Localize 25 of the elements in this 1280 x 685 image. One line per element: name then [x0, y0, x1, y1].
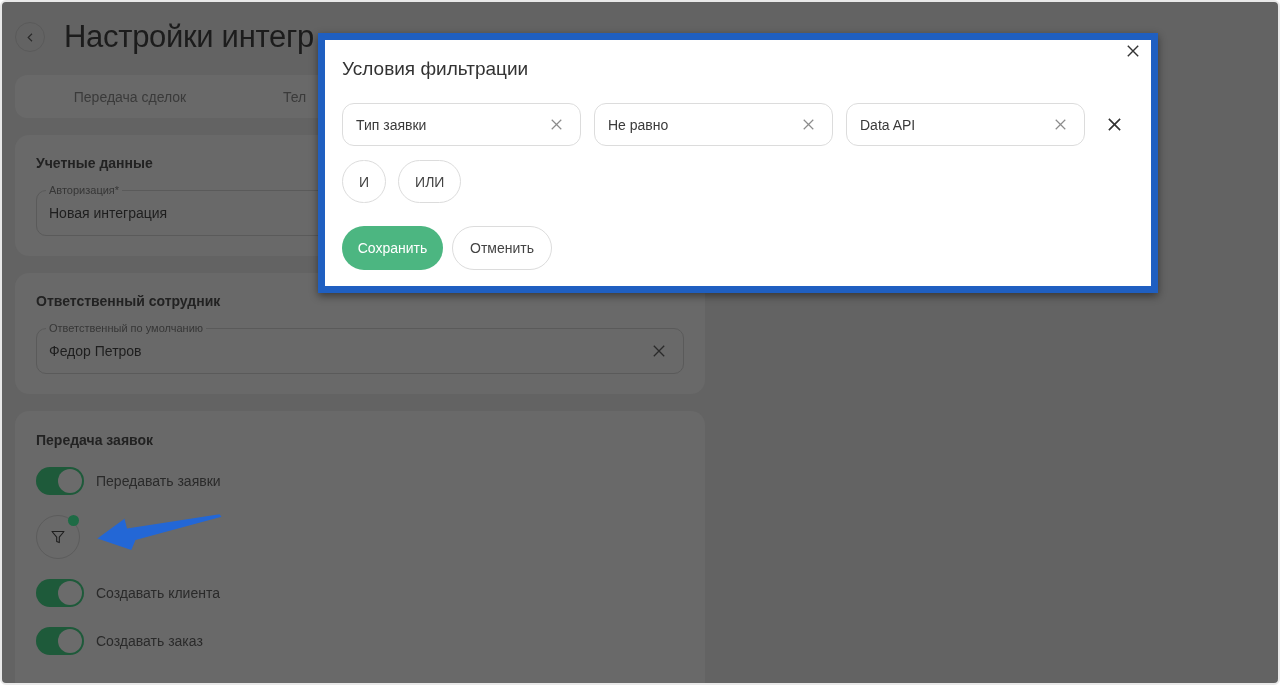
logic-button[interactable]: ИЛИ: [398, 160, 462, 203]
toggle-switch[interactable]: [36, 467, 84, 495]
clear-icon[interactable]: [653, 345, 665, 357]
toggle-switch[interactable]: [36, 579, 84, 607]
close-icon[interactable]: [1127, 45, 1139, 57]
section-title: Учетные данные: [36, 154, 153, 173]
condition-select[interactable]: Не равно: [594, 103, 833, 146]
toggle-label: Создавать клиента: [96, 585, 220, 601]
section-title: Ответственный сотрудник: [36, 292, 221, 311]
cancel-button[interactable]: Отменить: [452, 226, 552, 270]
section-title: Передача заявок: [36, 431, 154, 450]
clear-icon[interactable]: [803, 119, 814, 130]
logic-button[interactable]: И: [342, 160, 387, 203]
dialog-title: Условия фильтрации: [342, 57, 530, 81]
clear-icon[interactable]: [1055, 119, 1066, 130]
toggle-label: Создавать заказ: [96, 633, 203, 649]
toggle-label: Передавать заявки: [96, 473, 221, 489]
filter-icon: [51, 530, 65, 544]
condition-select[interactable]: Data API: [846, 103, 1085, 146]
remove-row-icon[interactable]: [1108, 118, 1121, 131]
page-title: Настройки интегр: [64, 21, 314, 53]
chevron-left-icon: [27, 32, 33, 42]
condition-select[interactable]: Тип заявки: [342, 103, 581, 146]
clear-icon[interactable]: [551, 119, 562, 130]
toggle-switch[interactable]: [36, 627, 84, 655]
